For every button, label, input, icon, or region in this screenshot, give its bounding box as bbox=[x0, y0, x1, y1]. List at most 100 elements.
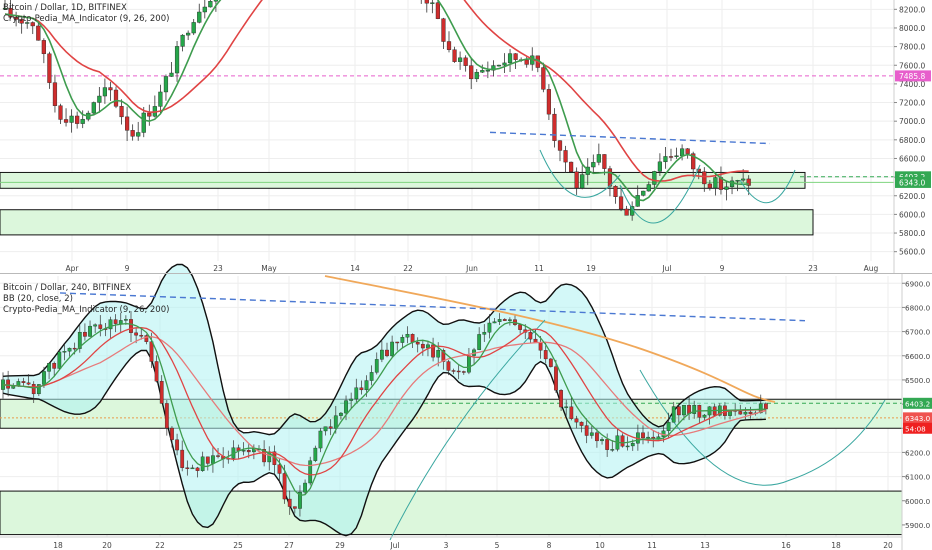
bottom-candle-body bbox=[420, 343, 425, 349]
top-price-label: 7485.8 bbox=[899, 72, 925, 81]
top-candle-body bbox=[635, 195, 640, 207]
bottom-candle-body bbox=[47, 363, 51, 372]
bottom-candle-body bbox=[124, 319, 128, 321]
top-y-tick-label: 8200.0 bbox=[899, 5, 925, 14]
bottom-candle-body bbox=[6, 379, 10, 389]
bottom-candle-body bbox=[589, 432, 594, 436]
top-x-tick-label: 23 bbox=[808, 264, 818, 273]
top-x-tick-label: Jun bbox=[465, 264, 478, 273]
top-candle-body bbox=[113, 89, 119, 107]
bottom-x-tick-label: 11 bbox=[647, 541, 657, 550]
top-x-tick-label: Apr bbox=[66, 264, 80, 273]
top-x-tick-label: 11 bbox=[534, 264, 544, 273]
top-candle-body bbox=[102, 87, 107, 97]
top-candle-body bbox=[663, 156, 668, 163]
bottom-candle-body bbox=[682, 405, 686, 416]
bottom-x-tick-label: 27 bbox=[284, 541, 294, 550]
bottom-candle-body bbox=[328, 426, 333, 429]
bottom-candle-body bbox=[359, 387, 364, 391]
bottom-candle-body bbox=[216, 455, 220, 457]
top-y-tick-label: 6200.0 bbox=[899, 192, 925, 201]
top-candle-body bbox=[507, 53, 513, 64]
bottom-candle-body bbox=[170, 427, 174, 440]
bottom-y-tick-label: 6500.0 bbox=[905, 376, 931, 385]
bottom-x-tick-label: Jul bbox=[389, 541, 399, 550]
top-candle-body bbox=[735, 180, 740, 182]
bottom-price-label: 6343.0 bbox=[905, 414, 931, 423]
bottom-candle-body bbox=[31, 384, 36, 395]
bottom-candle-body bbox=[415, 341, 420, 345]
bottom-candle-body bbox=[323, 426, 328, 432]
bottom-candle-body bbox=[702, 414, 707, 418]
bottom-candle-body bbox=[569, 406, 574, 419]
top-candle-body bbox=[130, 130, 135, 137]
bottom-candle-body bbox=[200, 456, 205, 471]
top-candle-body bbox=[674, 155, 679, 157]
bottom-candle-body bbox=[451, 370, 456, 372]
top-candle-body bbox=[97, 95, 102, 103]
top-candle-body bbox=[646, 184, 651, 192]
bottom-candle-body bbox=[738, 411, 743, 415]
bottom-y-tick-label: 6100.0 bbox=[905, 473, 931, 482]
top-candle-body bbox=[186, 32, 191, 36]
top-candle-body bbox=[557, 140, 563, 151]
top-candle-body bbox=[108, 87, 113, 91]
bottom-candle-body bbox=[190, 467, 195, 470]
top-y-tick-label: 6800.0 bbox=[899, 136, 925, 145]
pane-divider[interactable] bbox=[0, 273, 932, 274]
bottom-candle-body bbox=[185, 467, 190, 469]
bottom-candle-body bbox=[380, 349, 384, 360]
bottom-candle-body bbox=[313, 447, 318, 461]
top-candle-body bbox=[474, 71, 479, 80]
bottom-chart-title: Bitcoin / Dollar, 240, BITFINEX bbox=[3, 283, 132, 293]
bottom-candle-body bbox=[482, 332, 487, 335]
top-x-tick-label: Aug bbox=[864, 264, 879, 273]
bottom-candle-body bbox=[42, 371, 46, 385]
bottom-candle-body bbox=[764, 403, 768, 410]
top-candle-body bbox=[41, 40, 46, 55]
top-candle-body bbox=[446, 41, 452, 50]
top-y-tick-label: 7800.0 bbox=[899, 43, 925, 52]
top-candle-body bbox=[613, 185, 618, 197]
bottom-x-tick-label: 16 bbox=[781, 541, 791, 550]
bottom-candle-body bbox=[180, 449, 185, 468]
top-candle-body bbox=[485, 70, 490, 72]
bottom-y-tick-label: 5900.0 bbox=[905, 521, 931, 530]
top-candle-body bbox=[618, 196, 624, 210]
top-chart-title: Bitcoin / Dollar, 1D, BITFINEX bbox=[3, 3, 127, 13]
top-x-tick-label: 22 bbox=[403, 264, 413, 273]
bottom-chart-bb-indicator: BB (20, close, 2) bbox=[3, 294, 73, 304]
bottom-candle-body bbox=[584, 425, 589, 436]
bottom-candle-body bbox=[154, 361, 159, 382]
bottom-candle-body bbox=[98, 324, 103, 329]
bottom-candle-body bbox=[666, 422, 671, 432]
top-y-tick-label: 7600.0 bbox=[899, 61, 925, 70]
bottom-candle-body bbox=[246, 450, 251, 453]
bottom-candle-body bbox=[52, 363, 57, 369]
top-candle-body bbox=[441, 18, 446, 42]
bottom-candle-body bbox=[374, 359, 379, 373]
bottom-y-tick-label: 6800.0 bbox=[905, 303, 931, 312]
bottom-candle-body bbox=[344, 400, 348, 414]
bottom-candle-body bbox=[671, 406, 676, 423]
bottom-chart-ma-indicator: Crypto-Pedia_MA_Indicator (9, 26, 200) bbox=[3, 305, 170, 315]
top-x-tick-label: 23 bbox=[213, 264, 223, 273]
top-candle-body bbox=[91, 102, 96, 114]
bottom-x-tick-label: 13 bbox=[700, 541, 710, 550]
bottom-candle-body bbox=[630, 443, 635, 447]
bottom-candle-body bbox=[26, 382, 31, 385]
bottom-candle-body bbox=[175, 439, 179, 451]
bottom-candle-body bbox=[241, 450, 246, 452]
bottom-candle-body bbox=[600, 439, 604, 442]
bottom-candle-body bbox=[287, 498, 292, 507]
top-candle-body bbox=[741, 178, 746, 181]
bottom-price-label: 54:08 bbox=[905, 424, 926, 433]
bottom-candle-body bbox=[318, 430, 323, 449]
top-x-tick-label: 14 bbox=[350, 264, 360, 273]
top-candle-body bbox=[119, 106, 124, 118]
bottom-x-tick-label: 25 bbox=[233, 541, 243, 550]
bottom-candle-body bbox=[349, 398, 354, 401]
top-candle-body bbox=[174, 46, 180, 74]
top-candle-body bbox=[63, 119, 69, 123]
top-candle-body bbox=[158, 91, 163, 107]
